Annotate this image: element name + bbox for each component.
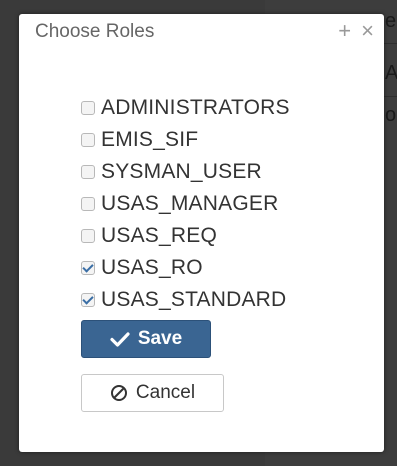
role-option-usas-standard[interactable]: USAS_STANDARD xyxy=(81,284,290,316)
cancel-button-label: Cancel xyxy=(135,382,196,403)
role-checkbox[interactable] xyxy=(81,165,95,179)
check-icon xyxy=(110,332,130,347)
role-label: USAS_STANDARD xyxy=(101,288,287,311)
role-option-emis-sif[interactable]: EMIS_SIF xyxy=(81,124,290,156)
role-checkbox[interactable] xyxy=(81,197,95,211)
plus-icon[interactable]: + xyxy=(338,18,351,44)
role-option-sysman-user[interactable]: SYSMAN_USER xyxy=(81,156,290,188)
background-text: e xyxy=(385,10,397,32)
role-label: EMIS_SIF xyxy=(101,128,199,151)
cancel-button[interactable]: Cancel xyxy=(81,374,224,412)
background-text: A xyxy=(385,62,397,84)
dialog-title: Choose Roles xyxy=(35,21,155,42)
background-text: o xyxy=(385,104,397,126)
role-checkbox[interactable] xyxy=(81,229,95,243)
dialog-title-actions: + × xyxy=(338,18,374,44)
role-option-usas-manager[interactable]: USAS_MANAGER xyxy=(81,188,290,220)
save-button-label: Save xyxy=(137,328,183,349)
role-label: ADMINISTRATORS xyxy=(101,96,290,119)
role-option-usas-req[interactable]: USAS_REQ xyxy=(81,220,290,252)
role-label: USAS_REQ xyxy=(101,224,217,247)
role-checkbox[interactable] xyxy=(81,261,95,275)
role-label: USAS_MANAGER xyxy=(101,192,279,215)
role-checkbox[interactable] xyxy=(81,293,95,307)
close-icon[interactable]: × xyxy=(361,18,374,44)
role-option-usas-ro[interactable]: USAS_RO xyxy=(81,252,290,284)
role-label: SYSMAN_USER xyxy=(101,160,262,183)
role-checkbox[interactable] xyxy=(81,133,95,147)
roles-list: ADMINISTRATORS EMIS_SIF SYSMAN_USER USAS… xyxy=(81,92,290,316)
role-label: USAS_RO xyxy=(101,256,203,279)
ban-icon xyxy=(110,385,127,401)
role-option-administrators[interactable]: ADMINISTRATORS xyxy=(81,92,290,124)
choose-roles-dialog: Choose Roles + × ADMINISTRATORS EMIS_SIF… xyxy=(19,14,384,452)
role-checkbox[interactable] xyxy=(81,101,95,115)
save-button[interactable]: Save xyxy=(81,320,211,358)
